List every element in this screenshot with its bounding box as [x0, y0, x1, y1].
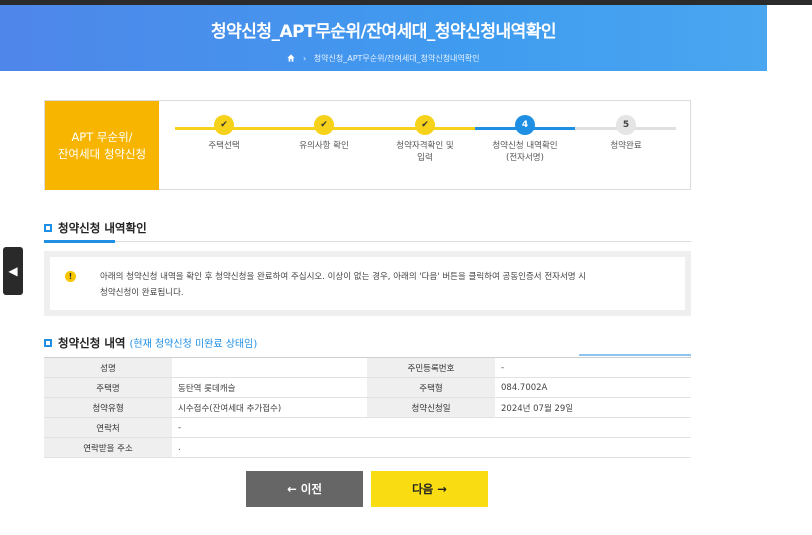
step-label: 청약신청 내역확인 (전자서명) — [492, 141, 558, 163]
check-icon: ✔ — [214, 115, 234, 135]
step-label: 청약자격확인 및 입력 — [396, 141, 454, 163]
application-table: 성명 주민등록번호 - 주택명 동탄역 롯데캐슬 주택형 084.7002A 청… — [44, 357, 691, 458]
page-title: 청약신청_APT무순위/잔여세대_청약신청내역확인 — [210, 22, 557, 42]
status-note: (현재 청약신청 미완료 상태임) — [129, 339, 258, 350]
section-divider — [44, 241, 691, 242]
step-label: 유의사항 확인 — [299, 141, 349, 151]
check-icon: ✔ — [314, 115, 334, 135]
square-bullet-icon — [44, 339, 52, 347]
table-row: 성명 주민등록번호 - — [44, 357, 691, 378]
step-3: ✔ 청약자격확인 및 입력 — [380, 115, 470, 164]
step-5: 5 청약완료 — [581, 115, 671, 152]
step-number: 5 — [616, 115, 636, 135]
square-bullet-icon — [44, 224, 52, 232]
section-underline — [44, 240, 115, 243]
check-icon: ✔ — [415, 115, 435, 135]
breadcrumb-current: 청약신청_APT무순위/잔여세대_청약신청내역확인 — [313, 54, 480, 63]
table-row: 연락처 - — [44, 417, 691, 438]
step-4: 4 청약신청 내역확인 (전자서명) — [480, 115, 570, 164]
next-button[interactable]: 다음 → — [371, 471, 488, 507]
right-blank-area — [767, 5, 812, 535]
collapse-arrow-icon[interactable]: ◀ — [3, 247, 23, 295]
step-2: ✔ 유의사항 확인 — [279, 115, 369, 152]
step-1: ✔ 주택선택 — [179, 115, 269, 152]
home-icon[interactable] — [287, 54, 296, 62]
prev-button[interactable]: ← 이전 — [246, 471, 363, 507]
page-banner: 청약신청_APT무순위/잔여세대_청약신청내역확인 › 청약신청_APT무순위/… — [0, 5, 767, 71]
step-progress: APT 무순위/ 잔여세대 청약신청 ✔ 주택선택 ✔ 유의사항 확인 ✔ 청약… — [44, 100, 691, 190]
table-row: 청약유형 시수접수(잔여세대 추가접수) 청약신청일 2024년 07월 29일 — [44, 397, 691, 418]
notice-box: ! 아래의 청약신청 내역을 확인 후 청약신청을 완료하여 주십시오. 이상이… — [44, 251, 691, 316]
step-number: 4 — [515, 115, 535, 135]
step-label: 청약완료 — [610, 141, 642, 151]
step-label: 주택선택 — [208, 141, 240, 151]
table-row: 주택명 동탄역 롯데캐슬 주택형 084.7002A — [44, 377, 691, 398]
notice-text: 아래의 청약신청 내역을 확인 후 청약신청을 완료하여 주십시오. 이상이 없… — [100, 272, 587, 298]
warning-icon: ! — [65, 271, 76, 282]
section-title-details: 청약신청 내역 (현재 청약신청 미완료 상태임) — [44, 335, 257, 351]
chevron-right-icon: › — [303, 54, 307, 63]
steps-title: APT 무순위/ 잔여세대 청약신청 — [45, 101, 159, 190]
breadcrumb: › 청약신청_APT무순위/잔여세대_청약신청내역확인 — [0, 53, 767, 64]
section-title-confirm: 청약신청 내역확인 — [44, 220, 147, 236]
table-row: 연락받을 주소 . — [44, 437, 691, 458]
table-accent-line — [579, 354, 691, 356]
